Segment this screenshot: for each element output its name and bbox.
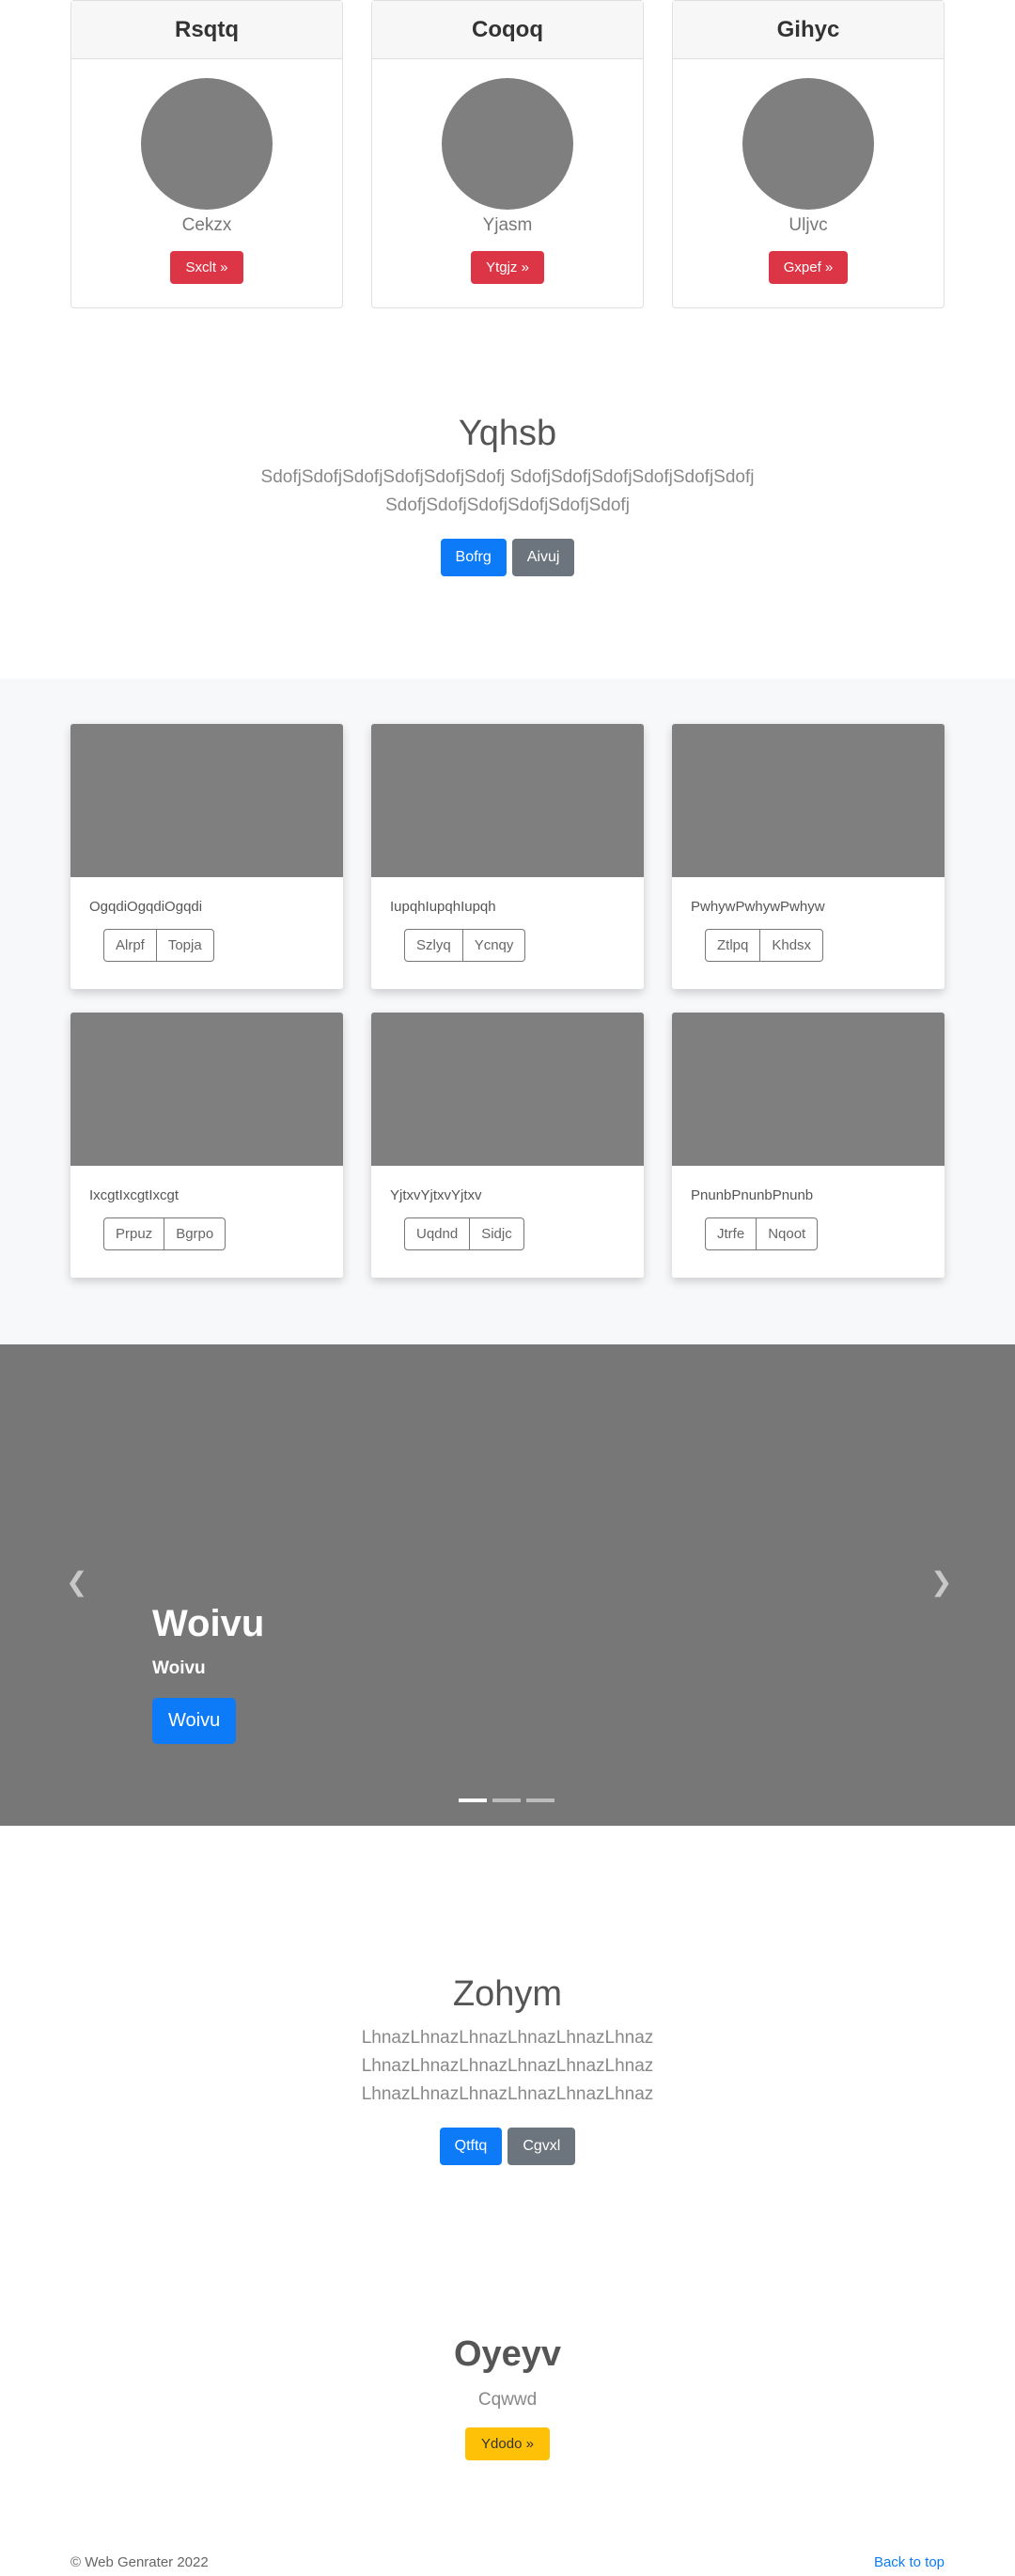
footer: © Web Genrater 2022 Back to top [70, 2554, 945, 2570]
chevron-right-icon[interactable]: ❯ [930, 1566, 952, 1597]
album-card: PwhywPwhywPwhyw Ztlpq Khdsx [672, 724, 945, 989]
card-text: OgqdiOgqdiOgqdi [89, 899, 203, 915]
promo-button[interactable]: Ydodo » [465, 2427, 550, 2460]
card-button-2[interactable]: Topja [156, 929, 214, 962]
carousel-caption: Woivu Woivu Woivu [152, 1603, 264, 1744]
album-card: OgqdiOgqdiOgqdi Alrpf Topja [70, 724, 343, 989]
card-button[interactable]: Ytgjz » [471, 251, 544, 284]
button-group: Uqdnd Sidjc [404, 1217, 644, 1250]
card-title: Gihyc [673, 1, 944, 59]
pricing-card: Coqoq Yjasm Ytgjz » [371, 0, 644, 308]
card-title: Rsqtq [71, 1, 342, 59]
carousel-subtitle: Woivu [152, 1658, 206, 1678]
card-button-1[interactable]: Prpuz [103, 1217, 165, 1250]
card-button[interactable]: Gxpef » [768, 251, 849, 284]
carousel: ❮ ❯ Woivu Woivu Woivu [0, 1344, 1015, 1826]
thumbnail-image [672, 1013, 945, 1166]
card-name: Cekzx [181, 215, 232, 235]
button-group: Szlyq Ycnqy [404, 929, 644, 962]
card-button-2[interactable]: Ycnqy [462, 929, 526, 962]
jumbotron-description: SdofjSdofjSdofjSdofjSdofjSdofj SdofjSdof… [260, 467, 755, 515]
card-text: PwhywPwhywPwhyw [691, 899, 825, 915]
card-title: Coqoq [372, 1, 643, 59]
button-group: Jtrfe Nqoot [705, 1217, 945, 1250]
carousel-indicator-2[interactable] [492, 1798, 521, 1802]
promo-section: Oyeyv Cqwwd Ydodo » [0, 2334, 1015, 2460]
jumbotron-description: LhnazLhnazLhnazLhnazLhnazLhnaz LhnazLhna… [361, 2028, 654, 2104]
card-button[interactable]: Sxclt » [170, 251, 243, 284]
card-button-2[interactable]: Bgrpo [164, 1217, 226, 1250]
album-section: OgqdiOgqdiOgqdi Alrpf Topja IupqhIupqhIu… [0, 679, 1015, 1344]
primary-button[interactable]: Qtftq [439, 2128, 503, 2165]
thumbnail-image [371, 1013, 644, 1166]
carousel-indicator-3[interactable] [526, 1798, 554, 1802]
back-to-top-link[interactable]: Back to top [874, 2554, 945, 2570]
secondary-button[interactable]: Aivuj [511, 539, 575, 576]
card-text: IupqhIupqhIupqh [390, 899, 496, 915]
card-button-1[interactable]: Ztlpq [705, 929, 761, 962]
card-text: PnunbPnunbPnunb [691, 1187, 814, 1203]
pricing-section: Rsqtq Cekzx Sxclt » Coqoq Yjasm Ytgjz » … [70, 0, 945, 308]
card-button-1[interactable]: Alrpf [103, 929, 157, 962]
carousel-indicators [459, 1798, 554, 1802]
avatar [141, 78, 273, 210]
promo-subtitle: Cqwwd [477, 2390, 538, 2410]
thumbnail-image [70, 1013, 343, 1166]
card-button-1[interactable]: Szlyq [404, 929, 463, 962]
promo-title: Oyeyv [453, 2334, 562, 2374]
album-card: IxcgtIxcgtIxcgt Prpuz Bgrpo [70, 1013, 343, 1278]
carousel-title: Woivu [152, 1603, 265, 1644]
avatar [442, 78, 573, 210]
card-name: Uljvc [789, 215, 828, 235]
card-button-2[interactable]: Khdsx [760, 929, 824, 962]
jumbotron-buttons: Qtftq Cgvxl [0, 2128, 1015, 2165]
card-button-2[interactable]: Nqoot [757, 1217, 819, 1250]
thumbnail-image [70, 724, 343, 877]
card-text: YjtxvYjtxvYjtxv [390, 1187, 482, 1203]
jumbotron-buttons: Bofrg Aivuj [0, 539, 1015, 576]
carousel-indicator-1[interactable] [459, 1798, 487, 1802]
carousel-button[interactable]: Woivu [152, 1698, 237, 1744]
button-group: Ztlpq Khdsx [705, 929, 945, 962]
primary-button[interactable]: Bofrg [440, 539, 507, 576]
card-button-1[interactable]: Uqdnd [404, 1217, 471, 1250]
pricing-card: Rsqtq Cekzx Sxclt » [70, 0, 343, 308]
button-group: Prpuz Bgrpo [103, 1217, 343, 1250]
card-name: Yjasm [482, 215, 533, 235]
jumbotron-section-2: Zohym LhnazLhnazLhnazLhnazLhnazLhnaz Lhn… [0, 1974, 1015, 2165]
avatar [742, 78, 874, 210]
jumbotron-title: Yqhsb [458, 414, 557, 453]
chevron-left-icon[interactable]: ❮ [66, 1566, 87, 1597]
jumbotron-section: Yqhsb SdofjSdofjSdofjSdofjSdofjSdofj Sdo… [0, 414, 1015, 576]
secondary-button[interactable]: Cgvxl [508, 2128, 576, 2165]
button-group: Alrpf Topja [103, 929, 343, 962]
thumbnail-image [371, 724, 644, 877]
jumbotron-title: Zohym [452, 1974, 563, 2014]
album-card: PnunbPnunbPnunb Jtrfe Nqoot [672, 1013, 945, 1278]
album-card: IupqhIupqhIupqh Szlyq Ycnqy [371, 724, 644, 989]
card-button-2[interactable]: Sidjc [470, 1217, 524, 1250]
album-card: YjtxvYjtxvYjtxv Uqdnd Sidjc [371, 1013, 644, 1278]
pricing-card: Gihyc Uljvc Gxpef » [672, 0, 945, 308]
card-text: IxcgtIxcgtIxcgt [89, 1187, 180, 1203]
thumbnail-image [672, 724, 945, 877]
copyright-text: © Web Genrater 2022 [70, 2554, 209, 2570]
card-button-1[interactable]: Jtrfe [705, 1217, 757, 1250]
